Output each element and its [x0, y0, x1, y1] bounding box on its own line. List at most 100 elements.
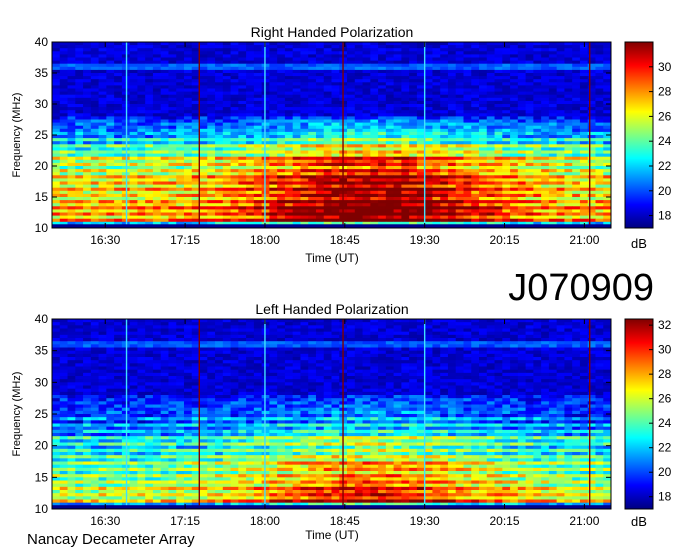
heat-cell: [525, 57, 534, 61]
heat-cell: [409, 141, 418, 145]
heat-cell: [401, 178, 410, 182]
heat-cell: [315, 110, 325, 114]
left-polarization-panel: Left Handed Polarization 16:30 17:15 18:00…: [11, 301, 672, 542]
heat-cell: [385, 331, 395, 336]
heat-cell: [517, 322, 526, 326]
heat-cell: [67, 153, 76, 158]
heat-cell: [572, 45, 581, 49]
heat-cell: [145, 193, 154, 198]
heat-cell: [106, 42, 115, 46]
heat-cell: [494, 147, 503, 151]
heat-cell: [572, 85, 581, 89]
heat-cell: [215, 104, 224, 108]
heat-cell: [83, 193, 92, 198]
heat-cell: [533, 147, 542, 151]
heat-cell: [440, 162, 449, 167]
heat-cell: [315, 200, 325, 204]
heat-cell: [246, 184, 255, 189]
heat-cell: [424, 203, 433, 207]
heat-cell: [409, 104, 418, 108]
heat-cell: [595, 122, 604, 127]
heat-cell: [572, 48, 581, 52]
heat-cell: [308, 88, 317, 92]
heat-cell: [176, 122, 185, 127]
heat-cell: [347, 341, 356, 345]
heat-cell: [292, 116, 301, 120]
heat-cell: [253, 175, 263, 179]
heat-cell: [83, 190, 92, 195]
heat-cell: [253, 104, 263, 108]
heat-cell: [416, 54, 426, 58]
heat-cell: [331, 325, 340, 329]
heat-cell: [308, 331, 317, 336]
heat-cell: [548, 73, 558, 77]
heat-cell: [75, 131, 84, 136]
heat-cell: [183, 119, 193, 123]
heat-cell: [75, 113, 84, 117]
heat-cell: [168, 88, 177, 92]
heat-cell: [75, 135, 84, 139]
heat-cell: [277, 131, 286, 136]
heat-cell: [409, 54, 418, 58]
heat-cell: [525, 125, 534, 130]
heat-cell: [98, 200, 107, 204]
heat-cell: [52, 209, 61, 213]
heat-cell: [416, 82, 426, 86]
heat-cell: [587, 203, 596, 207]
heat-cell: [199, 131, 208, 136]
heat-cell: [595, 325, 604, 329]
heat-cell: [199, 344, 208, 348]
heat-cell: [59, 193, 68, 198]
heat-cell: [199, 325, 208, 329]
heat-cell: [440, 212, 449, 216]
heat-cell: [300, 42, 309, 46]
heat-cell: [502, 200, 511, 204]
heat-cell: [432, 82, 441, 86]
heat-cell: [455, 128, 464, 133]
heat-cell: [98, 218, 107, 223]
heat-cell: [129, 209, 138, 213]
heat-cell: [315, 66, 325, 71]
heat-cell: [323, 51, 332, 55]
heat-cell: [230, 319, 239, 323]
heat-cell: [463, 82, 472, 86]
heat-cell: [284, 193, 294, 198]
heat-cell: [137, 128, 146, 133]
heat-cell: [432, 141, 441, 145]
heat-cell: [440, 66, 449, 71]
heat-cell: [447, 122, 457, 127]
heat-cell: [315, 193, 325, 198]
heat-cell: [579, 153, 589, 158]
heat-cell: [152, 104, 162, 108]
heat-cell: [347, 218, 356, 223]
heat-cell: [572, 172, 581, 176]
heat-cell: [556, 135, 565, 139]
heat-cell: [183, 206, 193, 210]
heat-cell: [323, 169, 332, 173]
heat-cell: [300, 197, 309, 201]
heat-cell: [378, 162, 387, 167]
heat-cell: [114, 166, 123, 170]
heat-cell: [176, 125, 185, 130]
heat-cell: [323, 60, 332, 65]
heat-cell: [137, 54, 146, 58]
heat-cell: [347, 138, 356, 142]
heat-cell: [378, 212, 387, 216]
heat-cell: [331, 73, 340, 77]
heat-cell: [292, 113, 301, 117]
heat-cell: [207, 325, 216, 329]
heat-cell: [222, 181, 231, 185]
heat-cell: [486, 116, 495, 120]
heat-cell: [471, 187, 480, 192]
heat-cell: [347, 45, 356, 49]
heat-cell: [564, 57, 573, 61]
heat-cell: [525, 190, 534, 195]
heat-cell: [246, 322, 255, 326]
heat-cell: [176, 88, 185, 92]
heat-cell: [354, 82, 363, 86]
heat-cell: [145, 97, 154, 102]
heat-cell: [564, 122, 573, 127]
heat-cell: [572, 91, 581, 96]
heat-cell: [354, 328, 363, 333]
heat-cell: [215, 338, 224, 342]
